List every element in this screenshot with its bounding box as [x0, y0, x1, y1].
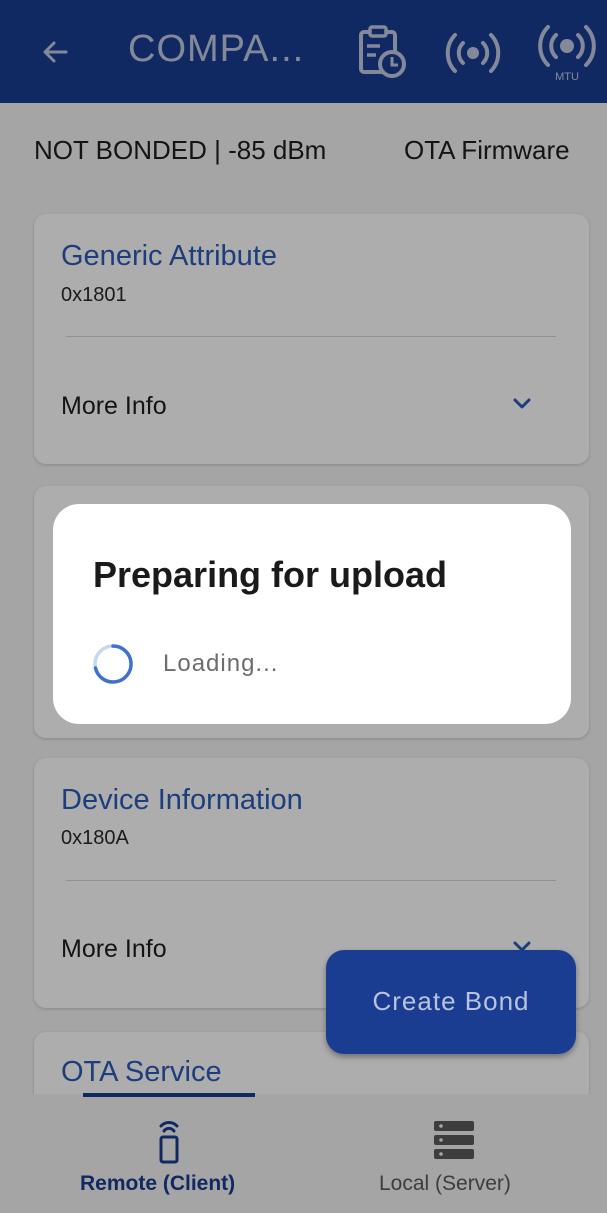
create-bond-label: Create Bond: [372, 986, 530, 1016]
create-bond-button[interactable]: Create Bond: [326, 950, 576, 1054]
loading-message: Loading...: [163, 650, 279, 677]
loading-spinner-icon: [93, 644, 133, 684]
dialog-title: Preparing for upload: [93, 554, 448, 595]
progress-dialog: Preparing for upload Loading...: [53, 504, 571, 724]
